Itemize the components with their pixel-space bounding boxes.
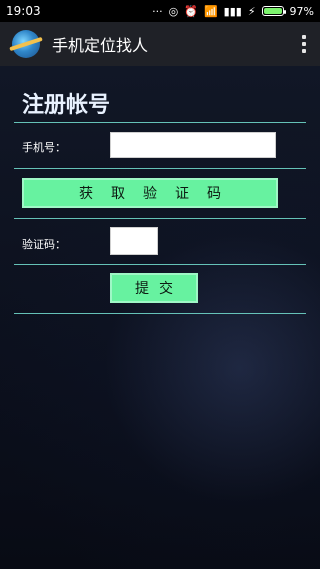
status-icons: ··· ◎ ⏰ 📶 ▮▮▮ ⚡ 97% [152, 5, 314, 18]
charging-icon: ⚡ [247, 4, 256, 18]
battery-fill [263, 8, 282, 14]
app-logo-icon [12, 30, 40, 58]
code-label: 验证码： [22, 238, 66, 251]
battery-percent: 97% [289, 4, 314, 18]
page-title: 注册帐号 [22, 93, 111, 118]
divider-under-code [14, 264, 306, 265]
overflow-dot [302, 42, 306, 46]
phone-input[interactable] [110, 132, 276, 158]
phone-label: 手机号： [22, 141, 66, 154]
battery-icon [261, 6, 286, 16]
status-time: 19:03 [6, 4, 41, 18]
wifi-icon: 📶 [203, 4, 218, 18]
signal-icon: ▮▮▮ [223, 4, 242, 18]
verification-code-input[interactable] [110, 227, 158, 255]
overflow-menu-icon[interactable] [302, 35, 308, 53]
divider-under-phone [14, 168, 306, 169]
submit-button[interactable]: 提交 [110, 273, 198, 303]
app-bar: 手机定位找人 [0, 22, 320, 66]
app-title: 手机定位找人 [52, 36, 149, 55]
divider-under-get-code [14, 218, 306, 219]
divider-under-title [14, 122, 306, 123]
overflow-dot [302, 49, 306, 53]
overflow-dot [302, 35, 306, 39]
status-bar: 19:03 ··· ◎ ⏰ 📶 ▮▮▮ ⚡ 97% [0, 0, 320, 22]
divider-under-submit [14, 313, 306, 314]
sync-icon: ◎ [168, 4, 179, 18]
get-verification-code-button[interactable]: 获取验证码 [22, 178, 278, 208]
more-icon: ··· [152, 4, 163, 18]
alarm-icon: ⏰ [184, 4, 198, 18]
